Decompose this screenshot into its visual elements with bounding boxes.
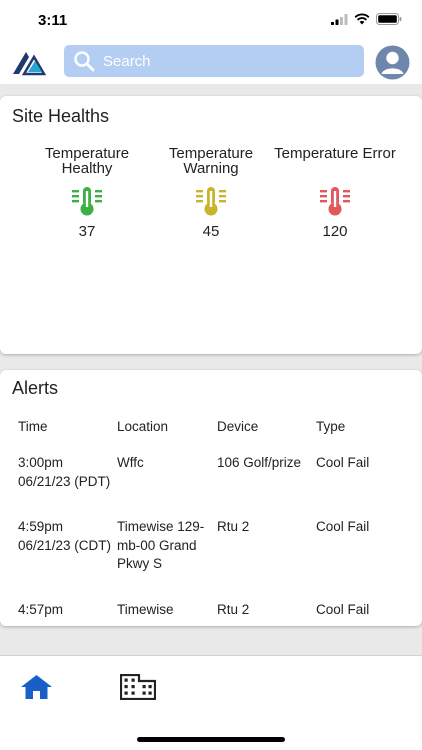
alert-time: 4:59pm 06/21/23 (CDT) [18, 519, 112, 553]
alert-time: 3:00pm 06/21/23 (PDT) [18, 455, 111, 489]
health-item-error[interactable]: Temperature Error 120 [273, 146, 397, 240]
column-header-time: Time [18, 419, 48, 434]
health-count: 45 [202, 223, 220, 240]
battery-icon [376, 13, 402, 25]
alert-type: Cool Fail [316, 455, 370, 470]
alerts-title: Alerts [12, 378, 59, 398]
alert-device: Rtu 2 [217, 519, 250, 534]
thermometer-icon [196, 187, 226, 216]
alert-location: Timewise [117, 602, 174, 617]
health-label: Temperature Error [274, 145, 396, 162]
column-header-type: Type [316, 419, 346, 434]
thermometer-icon [72, 187, 102, 216]
app-logo-icon[interactable] [10, 47, 46, 77]
app-header: Search [0, 40, 422, 84]
status-time: 3:11 [38, 12, 68, 29]
cellular-signal-icon [331, 13, 348, 25]
health-count: 37 [78, 223, 96, 240]
table-row[interactable]: 4:57pm Timewise Rtu 2 Cool Fail [0, 601, 422, 623]
home-indicator[interactable] [137, 737, 285, 742]
health-label: Temperature Warning [168, 145, 254, 177]
status-icons [331, 13, 402, 25]
search-icon [74, 51, 95, 72]
health-item-healthy[interactable]: Temperature Healthy 37 [25, 146, 149, 240]
status-bar: 3:11 [0, 0, 422, 40]
alert-type: Cool Fail [316, 519, 370, 534]
alerts-header-row: Time Location Device Type [0, 418, 422, 454]
health-count: 120 [322, 223, 348, 240]
alert-device: 106 Golf/prize [217, 455, 302, 470]
alert-location: Wffc [117, 455, 144, 470]
search-input[interactable]: Search [103, 53, 151, 70]
alerts-table: Time Location Device Type 3:00pm 06/21/2… [0, 418, 422, 623]
alert-type: Cool Fail [316, 602, 370, 617]
user-avatar-icon[interactable] [375, 45, 410, 80]
health-label: Temperature Healthy [44, 145, 130, 177]
column-header-location: Location [117, 419, 169, 434]
alert-device: Rtu 2 [217, 602, 250, 617]
site-health-title: Site Healths [12, 106, 110, 126]
table-row[interactable]: 3:00pm 06/21/23 (PDT) Wffc 106 Golf/priz… [0, 454, 422, 518]
building-icon[interactable] [120, 674, 156, 700]
wifi-icon [354, 13, 370, 25]
alert-time: 4:57pm [18, 602, 64, 617]
alert-location: Timewise 129-mb-00 Grand Pkwy S [117, 519, 205, 571]
bottom-tab-bar [0, 655, 422, 750]
health-item-warning[interactable]: Temperature Warning 45 [149, 146, 273, 240]
column-header-device: Device [217, 419, 259, 434]
search-bar[interactable]: Search [64, 45, 364, 77]
home-icon[interactable] [20, 674, 53, 700]
alerts-card: Alerts Time Location Device Type 3:00pm … [0, 370, 422, 626]
site-health-card: Site Healths Temperature Healthy 37 Temp… [0, 96, 422, 354]
table-row[interactable]: 4:59pm 06/21/23 (CDT) Timewise 129-mb-00… [0, 518, 422, 601]
thermometer-icon [320, 187, 350, 216]
